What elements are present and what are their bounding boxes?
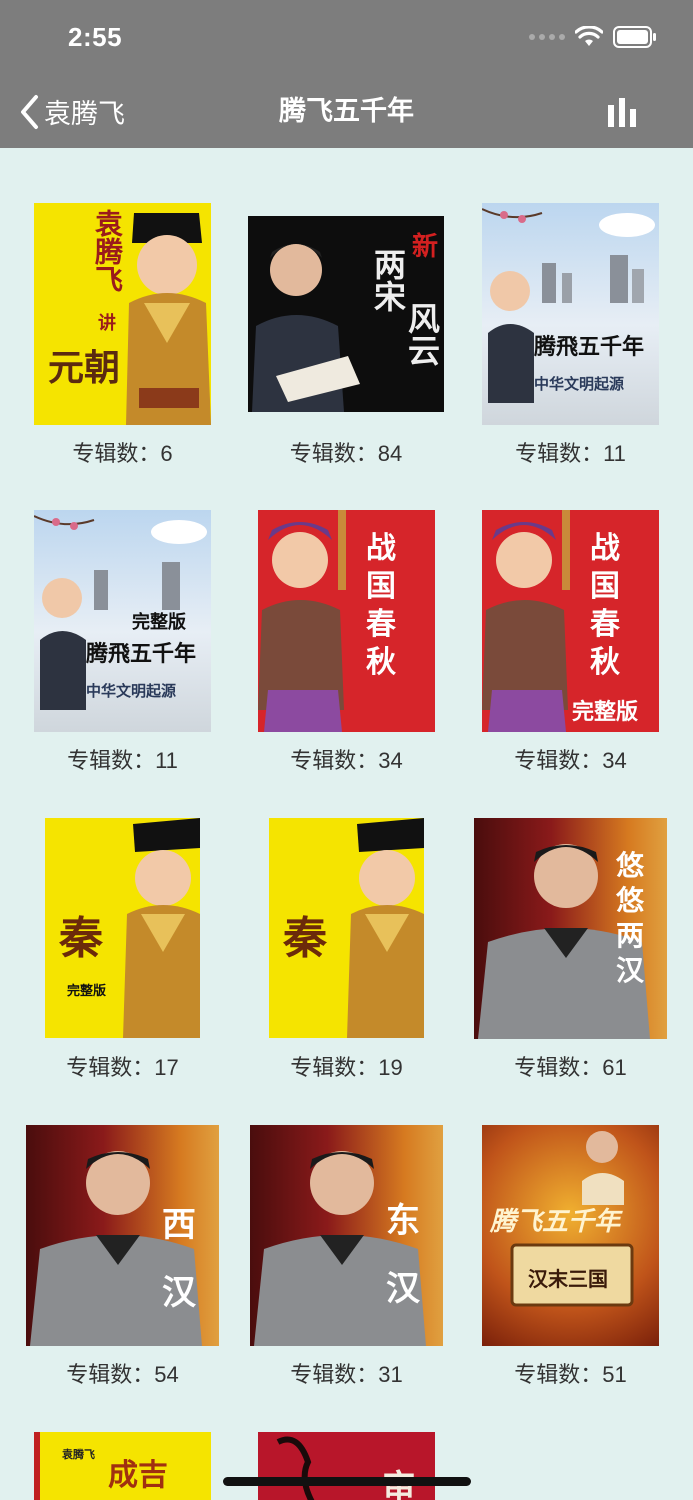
status-time: 2:55 xyxy=(68,22,123,52)
album-cover: 悠悠两汉 xyxy=(474,818,667,1039)
cover-title: 腾飞五千年 xyxy=(490,1207,621,1237)
cover-badge: 完整版 xyxy=(132,612,186,633)
cover-author: 袁腾飞 xyxy=(62,1448,95,1461)
album-cover: 袁腾飞 成吉 xyxy=(34,1432,211,1500)
album-cover: 战国春秋 xyxy=(258,510,435,732)
album-count: 专辑数：34 xyxy=(290,748,403,773)
battery-icon xyxy=(613,26,656,48)
album-count: 专辑数：11 xyxy=(67,748,178,773)
cover-badge: 新 xyxy=(412,232,439,262)
cover-title: 袁腾飞 xyxy=(91,209,124,293)
cover-title: 西汉 xyxy=(162,1205,196,1313)
cover-badge: 完整版 xyxy=(67,984,107,999)
album-cover: 腾飛五千年 中华文明起源 xyxy=(482,203,659,425)
cover-subtitle: 汉末三国 xyxy=(528,1267,608,1291)
page-title: 腾飞五千年 xyxy=(279,96,414,126)
album-cover: 秦 xyxy=(269,818,424,1038)
album-grid: 袁腾飞 讲 元朝 专辑数：6 新 两宋 风云 专辑数：84 腾飛五千年 中华文明… xyxy=(0,148,693,1500)
album-count: 专辑数：84 xyxy=(289,441,403,466)
album-cover: 东汉 xyxy=(250,1125,443,1346)
cover-title: 东汉 xyxy=(386,1201,420,1309)
cover-subtitle: 中华文明起源 xyxy=(86,682,177,700)
cover-title-2: 元朝 xyxy=(48,347,121,389)
album-count: 专辑数：19 xyxy=(290,1055,403,1080)
wifi-icon xyxy=(575,26,603,46)
cover-title: 腾飛五千年 xyxy=(534,334,645,360)
album-count: 专辑数：6 xyxy=(72,441,173,466)
cover-badge: 完整版 xyxy=(572,699,639,725)
album-count: 专辑数：61 xyxy=(514,1055,627,1080)
cover-title: 两宋 xyxy=(369,248,407,312)
status-bar: 2:55 xyxy=(0,0,693,75)
cover-title: 腾飛五千年 xyxy=(86,641,197,667)
album-count: 专辑数：11 xyxy=(515,441,626,466)
album-cover: 完整版 腾飛五千年 中华文明起源 xyxy=(34,510,211,732)
cover-subtitle: 中华文明起源 xyxy=(534,375,625,393)
album-count: 专辑数：51 xyxy=(514,1362,627,1387)
status-icons xyxy=(529,26,657,48)
home-indicator[interactable] xyxy=(223,1477,471,1486)
cover-title: 成吉 xyxy=(108,1458,168,1493)
album-count: 专辑数：31 xyxy=(290,1362,403,1387)
album-cover: 审 xyxy=(258,1432,435,1500)
cover-title: 悠悠两汉 xyxy=(616,849,645,987)
cover-title: 战国春秋 xyxy=(590,531,620,680)
cover-title: 秦 xyxy=(283,913,327,964)
album-cover: 新 两宋 风云 xyxy=(248,216,444,412)
cover-title-2: 风云 xyxy=(403,302,441,366)
cover-title: 秦 xyxy=(59,913,103,964)
album-cover: 秦 完整版 xyxy=(45,818,200,1038)
cover-subtitle: 讲 xyxy=(98,313,116,334)
album-cover: 袁腾飞 讲 元朝 xyxy=(34,203,211,425)
album-cover: 战国春秋 完整版 xyxy=(482,510,659,732)
album-cover: 腾飞五千年 汉末三国 xyxy=(482,1125,659,1346)
stats-icon[interactable] xyxy=(607,95,637,129)
album-count: 专辑数：54 xyxy=(66,1362,179,1387)
signal-icon xyxy=(529,34,565,40)
album-count: 专辑数：34 xyxy=(514,748,627,773)
navigation-bar: 袁腾飞 腾飞五千年 xyxy=(0,75,693,148)
album-cover: 西汉 xyxy=(26,1125,219,1346)
cover-title: 战国春秋 xyxy=(366,531,396,680)
album-count: 专辑数：17 xyxy=(66,1055,179,1080)
